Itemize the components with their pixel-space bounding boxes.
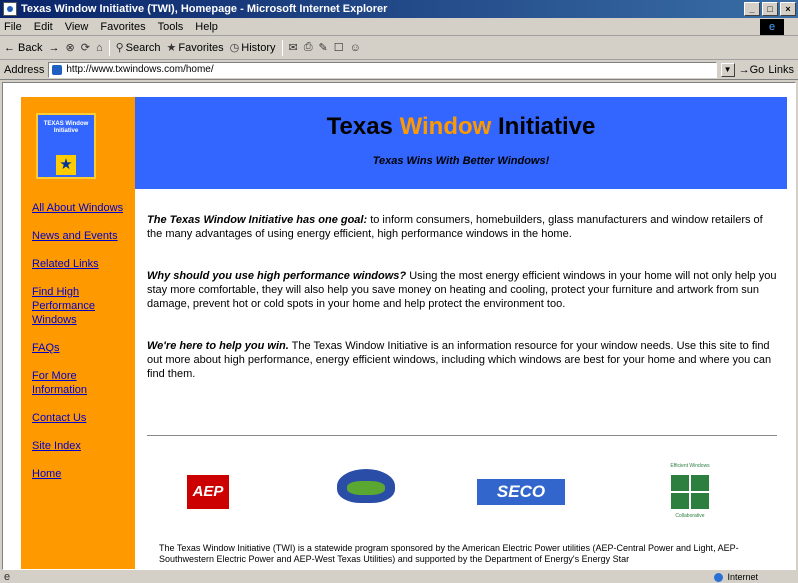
menu-view[interactable]: View xyxy=(65,21,89,33)
left-sidebar: TEXAS Window Initiative ★ All About Wind… xyxy=(21,97,135,569)
messenger-icon[interactable]: ☺ xyxy=(350,42,361,54)
history-button[interactable]: ◷ History xyxy=(229,41,276,55)
window-title: Texas Window Initiative (TWI), Homepage … xyxy=(21,3,388,15)
ie-throbber-icon: e xyxy=(760,19,784,35)
globe-icon xyxy=(714,572,724,582)
why-paragraph: Why should you use high performance wind… xyxy=(147,270,777,310)
address-label: Address xyxy=(4,63,45,76)
star-icon: ★ xyxy=(56,155,76,175)
close-button[interactable]: × xyxy=(780,2,796,16)
page-status-icon: e xyxy=(4,571,11,583)
stop-icon[interactable]: ⊗ xyxy=(66,41,75,54)
page-subtitle: Texas Wins With Better Windows! xyxy=(372,155,550,167)
help-paragraph: We're here to help you win. The Texas Wi… xyxy=(147,340,772,380)
efficient-windows-logo[interactable]: Efficient Windows Collaborative xyxy=(667,463,713,523)
twi-logo[interactable]: TEXAS Window Initiative ★ xyxy=(36,113,96,179)
search-icon: ⚲ xyxy=(115,42,124,54)
history-icon: ◷ xyxy=(229,42,240,54)
address-input[interactable]: http://www.txwindows.com/home/ xyxy=(48,61,717,78)
ie-app-icon xyxy=(3,2,17,16)
home-icon[interactable]: ⌂ xyxy=(96,42,103,54)
earth-logo-icon[interactable] xyxy=(337,469,395,503)
menu-file[interactable]: File xyxy=(4,21,22,33)
aep-logo[interactable]: AEP xyxy=(187,475,229,509)
page-icon xyxy=(52,64,63,75)
page-title: Texas Window Initiative xyxy=(326,113,596,140)
sidebar-nav: All About Windows News and Events Relate… xyxy=(32,201,132,495)
nav-home[interactable]: Home xyxy=(32,467,132,481)
toolbar-separator xyxy=(281,39,283,56)
title-bar: Texas Window Initiative (TWI), Homepage … xyxy=(0,0,798,18)
nav-faqs[interactable]: FAQs xyxy=(32,341,132,355)
nav-related-links[interactable]: Related Links xyxy=(32,257,132,271)
print-icon[interactable]: ⎙ xyxy=(304,41,313,54)
go-button[interactable]: →Go xyxy=(739,64,765,76)
back-button[interactable]: ← Back xyxy=(4,42,43,54)
seco-logo[interactable]: SECO xyxy=(477,479,565,505)
logo-text: TEXAS Window Initiative xyxy=(43,121,89,134)
page-header: Texas Window Initiative Texas Wins With … xyxy=(135,97,787,189)
sponsor-text: The Texas Window Initiative (TWI) is a s… xyxy=(159,543,739,564)
menu-edit[interactable]: Edit xyxy=(34,21,53,33)
favorites-button[interactable]: ★ Favorites xyxy=(166,41,224,55)
address-dropdown-icon[interactable]: ▼ xyxy=(720,62,735,77)
sponsor-logos: AEP SECO Efficient Windows Collaborative xyxy=(147,455,777,525)
toolbar-separator xyxy=(108,39,110,56)
maximize-button[interactable]: □ xyxy=(762,2,778,16)
nav-more-information[interactable]: For More Information xyxy=(32,369,132,397)
status-bar: e Internet xyxy=(0,571,798,583)
search-button[interactable]: ⚲ Search xyxy=(115,41,161,55)
forward-button[interactable]: → xyxy=(49,42,60,54)
menu-tools[interactable]: Tools xyxy=(158,21,184,33)
discuss-icon[interactable]: ☐ xyxy=(334,41,344,54)
refresh-icon[interactable]: ⟳ xyxy=(81,41,90,54)
browser-window: Texas Window Initiative (TWI), Homepage … xyxy=(0,0,798,583)
nav-all-about-windows[interactable]: All About Windows xyxy=(32,201,132,215)
minimize-button[interactable]: _ xyxy=(744,2,760,16)
edit-icon[interactable]: ✎ xyxy=(319,41,328,54)
nav-contact-us[interactable]: Contact Us xyxy=(32,411,132,425)
address-bar: Address http://www.txwindows.com/home/ ▼… xyxy=(0,60,798,80)
standard-toolbar: ← Back → ⊗ ⟳ ⌂ ⚲ Search ★ Favorites ◷ Histo… xyxy=(0,36,798,60)
page-viewport: TEXAS Window Initiative ★ All About Wind… xyxy=(2,82,796,570)
address-url: http://www.txwindows.com/home/ xyxy=(66,63,214,75)
nav-news-and-events[interactable]: News and Events xyxy=(32,229,132,243)
favorites-icon: ★ xyxy=(166,42,177,54)
window-pane-icon xyxy=(671,475,709,509)
main-content: The Texas Window Initiative has one goal… xyxy=(147,213,777,409)
nav-site-index[interactable]: Site Index xyxy=(32,439,132,453)
menu-help[interactable]: Help xyxy=(195,21,218,33)
intro-paragraph: The Texas Window Initiative has one goal… xyxy=(147,214,763,240)
divider xyxy=(147,435,777,436)
mail-icon[interactable]: ✉ xyxy=(289,41,298,54)
menu-bar: File Edit View Favorites Tools Help e xyxy=(0,18,798,36)
menu-favorites[interactable]: Favorites xyxy=(100,21,145,33)
nav-find-windows[interactable]: Find High Performance Windows xyxy=(32,285,132,327)
links-button[interactable]: Links xyxy=(768,64,794,76)
security-zone: Internet xyxy=(714,572,758,582)
